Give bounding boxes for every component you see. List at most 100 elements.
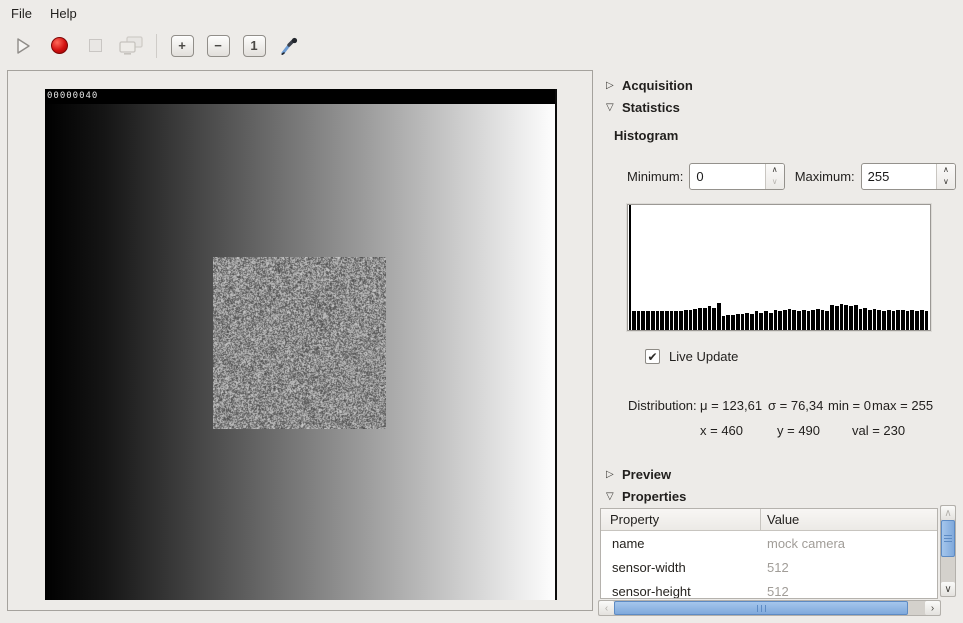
zoom-normal-icon: 1 bbox=[243, 35, 266, 57]
vertical-scrollbar-thumb[interactable] bbox=[941, 520, 955, 557]
histogram-bar bbox=[835, 306, 839, 330]
record-button[interactable] bbox=[44, 31, 74, 61]
distribution-mean: μ = 123,61 bbox=[700, 398, 762, 413]
expander-properties-label: Properties bbox=[614, 489, 686, 504]
histogram-bar bbox=[741, 314, 745, 330]
minimum-input[interactable] bbox=[690, 164, 764, 189]
histogram-bar bbox=[849, 306, 853, 330]
expander-preview[interactable]: ▷ Preview bbox=[600, 463, 956, 485]
toolbar-separator bbox=[156, 34, 157, 58]
column-header-value[interactable]: Value bbox=[761, 509, 937, 530]
menubar: File Help bbox=[0, 0, 963, 27]
expander-statistics-label: Statistics bbox=[614, 100, 680, 115]
histogram-bar bbox=[750, 314, 754, 330]
live-update-checkbox[interactable]: ✔ bbox=[645, 349, 660, 364]
histogram-heading: Histogram bbox=[614, 128, 678, 143]
histogram-bar bbox=[693, 309, 697, 330]
histogram-bar bbox=[811, 310, 815, 330]
expander-properties[interactable]: ▽ Properties bbox=[600, 485, 956, 507]
histogram-bars bbox=[629, 205, 929, 330]
property-value: 512 bbox=[761, 584, 937, 599]
histogram-bar bbox=[868, 310, 872, 330]
spin-down-icon: ∨ bbox=[766, 176, 784, 189]
histogram-bar bbox=[816, 309, 820, 330]
properties-table: Property Value name mock camera sensor-w… bbox=[600, 508, 938, 599]
side-panel: ▷ Acquisition ▽ Statistics Histogram Min… bbox=[600, 70, 956, 623]
frame-counter: 00000040 bbox=[45, 89, 557, 104]
histogram-bar bbox=[731, 315, 735, 330]
histogram-bar bbox=[755, 311, 759, 330]
histogram-bar bbox=[825, 311, 829, 330]
properties-vertical-scrollbar[interactable]: ∧ ∨ bbox=[940, 505, 956, 597]
column-header-property[interactable]: Property bbox=[601, 509, 761, 530]
histogram-bar bbox=[892, 311, 896, 330]
scroll-up-icon[interactable]: ∧ bbox=[941, 506, 955, 520]
table-row[interactable]: sensor-width 512 bbox=[601, 555, 937, 579]
histogram-bar bbox=[774, 310, 778, 330]
histogram-bar bbox=[920, 310, 924, 330]
minimum-label: Minimum: bbox=[627, 169, 683, 184]
expander-statistics[interactable]: ▽ Statistics bbox=[600, 96, 956, 118]
zoom-out-button[interactable]: − bbox=[203, 31, 233, 61]
scroll-left-icon[interactable]: ‹ bbox=[599, 601, 614, 615]
histogram-bar bbox=[629, 205, 631, 330]
histogram-bar bbox=[656, 311, 660, 330]
displays-icon bbox=[118, 35, 144, 57]
maximum-input[interactable] bbox=[862, 164, 936, 189]
histogram-bar bbox=[877, 310, 881, 330]
spin-down-icon[interactable]: ∨ bbox=[937, 176, 955, 189]
scroll-down-icon[interactable]: ∨ bbox=[941, 582, 955, 596]
maximum-spinbox: ∧ ∨ bbox=[861, 163, 956, 190]
histogram-bar bbox=[863, 308, 867, 331]
histogram-bar bbox=[745, 313, 749, 331]
spin-up-icon[interactable]: ∧ bbox=[766, 164, 784, 177]
histogram-bar bbox=[802, 310, 806, 330]
histogram-bar bbox=[641, 311, 645, 330]
menu-help[interactable]: Help bbox=[41, 0, 86, 27]
histogram-bar bbox=[764, 311, 768, 330]
stop-icon bbox=[89, 39, 102, 52]
property-name: sensor-height bbox=[601, 584, 761, 599]
table-row[interactable]: name mock camera bbox=[601, 531, 937, 555]
pixel-picker-button[interactable] bbox=[275, 31, 305, 61]
distribution-sigma: σ = 76,34 bbox=[768, 398, 823, 413]
table-row[interactable]: sensor-height 512 bbox=[601, 579, 937, 599]
record-icon bbox=[51, 37, 68, 54]
camera-image[interactable]: 00000040 bbox=[45, 89, 557, 600]
live-update-row[interactable]: ✔ Live Update bbox=[645, 349, 738, 364]
panel-horizontal-scrollbar[interactable]: ‹ › bbox=[598, 600, 941, 616]
scroll-right-icon[interactable]: › bbox=[925, 601, 940, 615]
property-name: sensor-width bbox=[601, 560, 761, 575]
viewer-frame: 00000040 bbox=[7, 70, 593, 611]
menu-file[interactable]: File bbox=[2, 0, 41, 27]
chevron-down-icon: ▽ bbox=[600, 491, 614, 502]
minimum-spin-arrows: ∧ ∨ bbox=[765, 164, 784, 189]
play-icon bbox=[13, 36, 33, 56]
expander-acquisition-label: Acquisition bbox=[614, 78, 693, 93]
histogram-bar bbox=[788, 309, 792, 330]
histogram-bar bbox=[887, 310, 891, 330]
distribution-max: max = 255 bbox=[872, 398, 933, 413]
histogram-bar bbox=[882, 311, 886, 330]
property-value: mock camera bbox=[761, 536, 937, 551]
zoom-in-icon: + bbox=[171, 35, 194, 57]
histogram-bar bbox=[910, 310, 914, 330]
histogram-bar bbox=[873, 309, 877, 330]
noise-region[interactable] bbox=[213, 257, 386, 429]
histogram-bar bbox=[925, 311, 929, 330]
play-button[interactable] bbox=[8, 31, 38, 61]
histogram-bar bbox=[703, 308, 707, 331]
histogram-bar bbox=[674, 311, 678, 330]
eyedropper-icon bbox=[280, 36, 300, 56]
horizontal-scrollbar-thumb[interactable] bbox=[614, 601, 908, 615]
zoom-in-button[interactable]: + bbox=[167, 31, 197, 61]
spin-up-icon[interactable]: ∧ bbox=[937, 164, 955, 177]
histogram-bar bbox=[665, 311, 669, 330]
horizontal-scrollbar-track[interactable] bbox=[908, 601, 925, 615]
expander-acquisition[interactable]: ▷ Acquisition bbox=[600, 74, 956, 96]
vertical-scrollbar-track[interactable] bbox=[941, 557, 955, 582]
histogram-bar bbox=[797, 311, 801, 330]
zoom-normal-button[interactable]: 1 bbox=[239, 31, 269, 61]
histogram-bar bbox=[915, 311, 919, 330]
stop-button bbox=[80, 31, 110, 61]
